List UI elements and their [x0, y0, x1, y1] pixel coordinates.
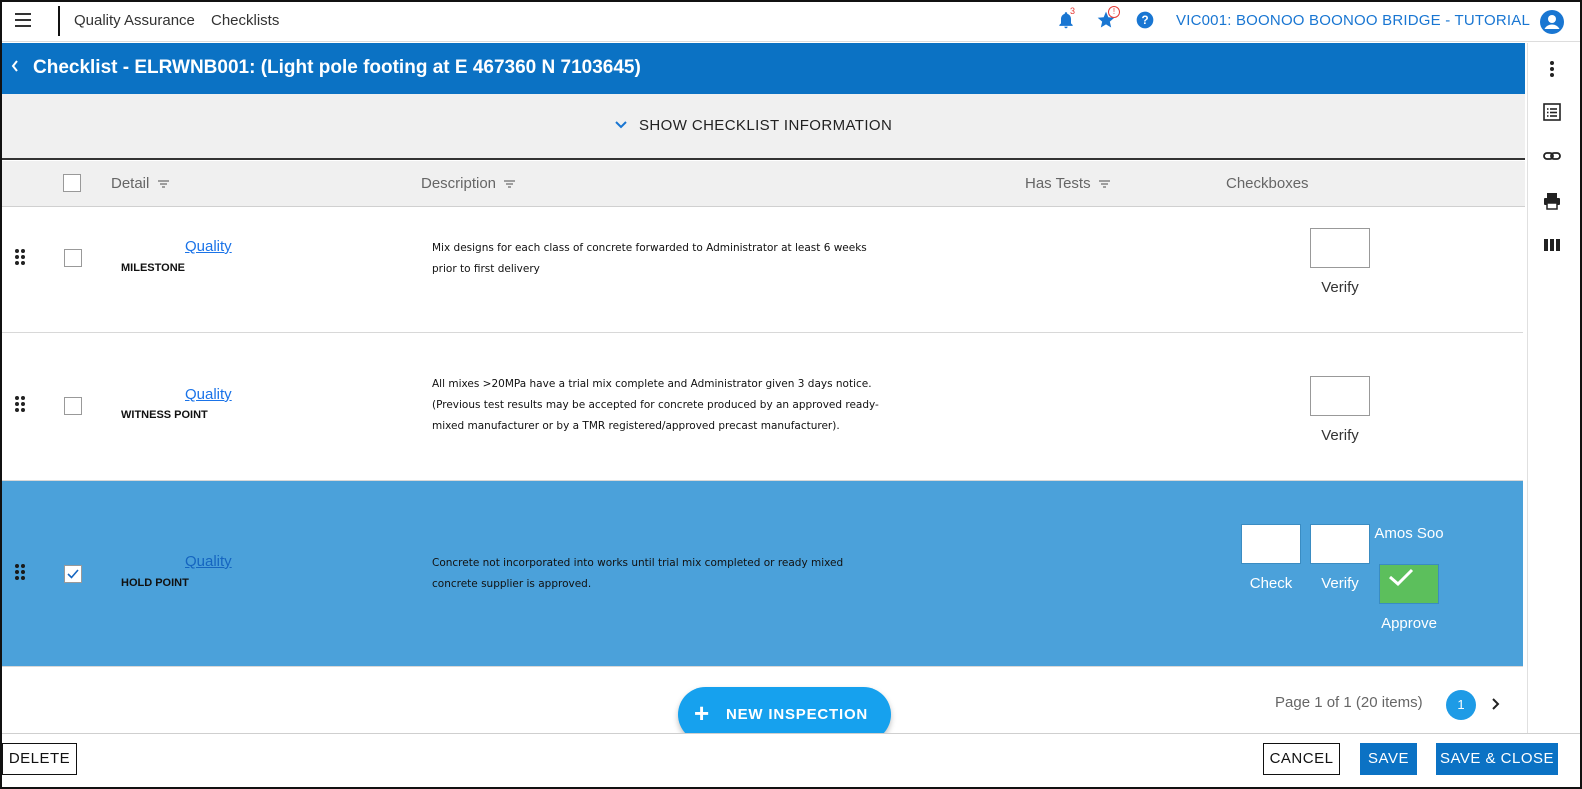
- approve-checkbox-checked[interactable]: [1379, 564, 1439, 604]
- column-header-label: Checkboxes: [1226, 175, 1309, 192]
- table-row[interactable]: Quality WITNESS POINT All mixes >20MPa h…: [2, 333, 1523, 481]
- svg-text:?: ?: [1141, 14, 1148, 27]
- delete-button[interactable]: DELETE: [2, 743, 77, 775]
- approver-name: Amos Soo: [1374, 525, 1444, 542]
- next-page-chevron-icon[interactable]: [1489, 696, 1501, 712]
- project-selector[interactable]: VIC001: BOONOO BOONOO BRIDGE - TUTORIAL: [1176, 12, 1530, 29]
- verify-label: Verify: [1321, 427, 1359, 444]
- more-options-icon[interactable]: [1542, 59, 1562, 79]
- print-icon[interactable]: [1542, 191, 1562, 211]
- favorites-star-icon[interactable]: !: [1096, 6, 1120, 32]
- detail-type: WITNESS POINT: [121, 409, 208, 421]
- detail-link[interactable]: Quality: [185, 553, 232, 570]
- check-icon: [67, 569, 79, 579]
- drag-handle-icon[interactable]: [14, 396, 26, 412]
- table-header: Detail Description Has Tests Checkboxes: [2, 161, 1525, 207]
- column-header-label: Description: [421, 175, 497, 192]
- table-row[interactable]: Quality MILESTONE Mix designs for each c…: [2, 208, 1523, 333]
- filter-icon[interactable]: [1098, 180, 1110, 188]
- verify-checkbox[interactable]: [1310, 228, 1370, 268]
- bottom-action-bar: DELETE CANCEL SAVE SAVE & CLOSE: [2, 733, 1580, 787]
- detail-link[interactable]: Quality: [185, 386, 232, 403]
- description-text: Mix designs for each class of concrete f…: [432, 242, 867, 275]
- pagination-summary: Page 1 of 1 (20 items): [1275, 694, 1423, 711]
- column-header-has-tests[interactable]: Has Tests: [1025, 175, 1110, 192]
- help-icon[interactable]: ?: [1135, 10, 1157, 32]
- drag-handle-icon[interactable]: [14, 249, 26, 265]
- notifications-bell-icon[interactable]: 3: [1056, 6, 1078, 32]
- column-header-detail[interactable]: Detail: [111, 175, 169, 192]
- page-name[interactable]: Checklists: [211, 12, 279, 29]
- verify-checkbox[interactable]: [1310, 524, 1370, 564]
- drag-handle-icon[interactable]: [14, 564, 26, 580]
- description-text: All mixes >20MPa have a trial mix comple…: [432, 378, 879, 432]
- row-select-checkbox[interactable]: [64, 249, 82, 267]
- verify-label: Verify: [1321, 279, 1359, 296]
- column-header-description[interactable]: Description: [421, 175, 516, 192]
- row-select-checkbox-checked[interactable]: [64, 565, 82, 583]
- check-label: Check: [1249, 575, 1293, 592]
- checkmark-icon: [1389, 568, 1414, 587]
- right-tool-rail: [1527, 43, 1580, 733]
- approve-label: Approve: [1381, 615, 1437, 632]
- divider: [58, 6, 60, 36]
- select-all-checkbox[interactable]: [63, 174, 81, 192]
- save-and-close-button[interactable]: SAVE & CLOSE: [1436, 743, 1558, 775]
- module-name[interactable]: Quality Assurance: [74, 12, 195, 29]
- page-title: Checklist - ELRWNB001: (Light pole footi…: [33, 57, 641, 78]
- checklist-info-toggle[interactable]: SHOW CHECKLIST INFORMATION: [2, 94, 1525, 160]
- menu-icon[interactable]: [15, 13, 31, 27]
- cancel-button[interactable]: CANCEL: [1263, 743, 1340, 775]
- filter-icon[interactable]: [504, 180, 516, 188]
- description-text: Concrete not incorporated into works unt…: [432, 557, 844, 590]
- check-checkbox[interactable]: [1241, 524, 1301, 564]
- plus-icon: +: [694, 698, 710, 728]
- filter-icon[interactable]: [157, 180, 169, 188]
- checklist-header: Checklist - ELRWNB001: (Light pole footi…: [2, 43, 1525, 94]
- user-avatar-icon[interactable]: [1540, 10, 1564, 34]
- new-inspection-label: NEW INSPECTION: [726, 706, 869, 723]
- detail-link[interactable]: Quality: [185, 238, 232, 255]
- save-button[interactable]: SAVE: [1360, 743, 1417, 775]
- show-checklist-information-label: SHOW CHECKLIST INFORMATION: [639, 117, 893, 134]
- column-header-checkboxes: Checkboxes: [1226, 175, 1309, 192]
- column-header-label: Has Tests: [1025, 175, 1091, 192]
- columns-icon[interactable]: [1542, 235, 1562, 255]
- page-number-button[interactable]: 1: [1446, 690, 1476, 720]
- row-select-checkbox[interactable]: [64, 397, 82, 415]
- favorites-alert-badge: !: [1108, 6, 1120, 18]
- detail-type: HOLD POINT: [121, 577, 189, 589]
- checklist-list-icon[interactable]: [1542, 102, 1562, 122]
- column-header-label: Detail: [111, 175, 150, 192]
- top-navigation-bar: Quality Assurance Checklists 3 ! ? VIC00…: [2, 2, 1580, 42]
- detail-type: MILESTONE: [121, 262, 185, 274]
- verify-checkbox[interactable]: [1310, 376, 1370, 416]
- back-chevron-icon[interactable]: [10, 59, 20, 78]
- notification-count-badge: 3: [1070, 6, 1076, 16]
- chevron-down-icon: [614, 118, 628, 132]
- table-row-selected[interactable]: Quality HOLD POINT Concrete not incorpor…: [2, 481, 1523, 667]
- verify-label: Verify: [1321, 575, 1359, 592]
- link-icon[interactable]: [1542, 146, 1562, 166]
